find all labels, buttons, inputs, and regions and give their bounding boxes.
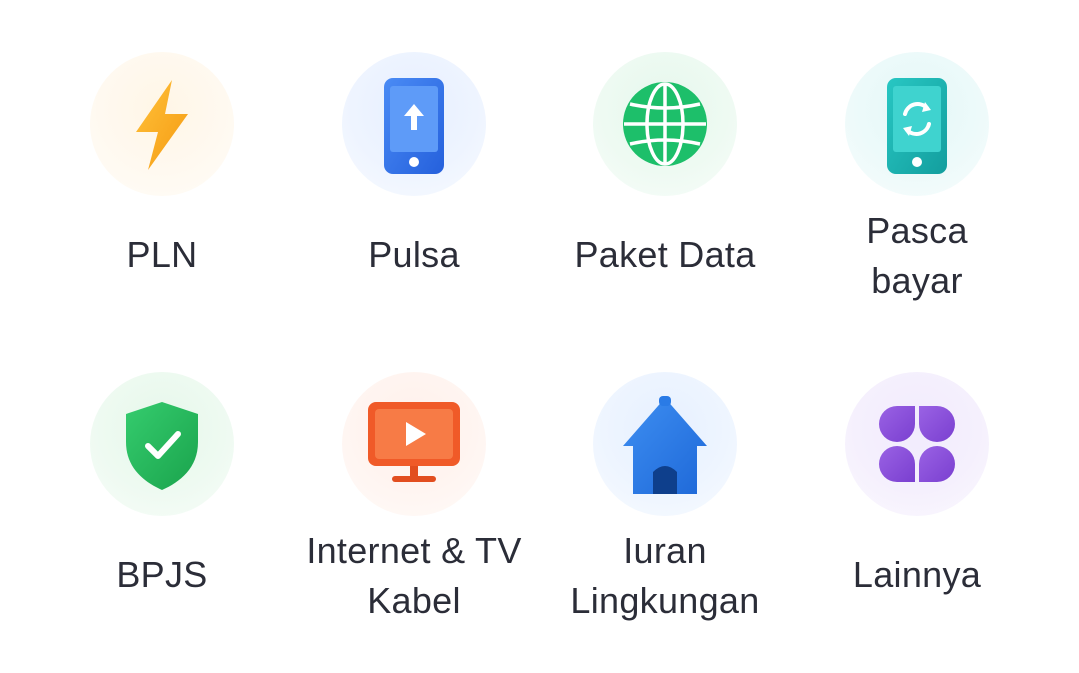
internet-tv-icon-circle bbox=[342, 372, 486, 516]
menu-item-pulsa[interactable]: Pulsa bbox=[294, 52, 534, 352]
menu-item-internet-tv[interactable]: Internet & TV Kabel bbox=[294, 372, 534, 672]
menu-item-label: Iuran Lingkungan bbox=[570, 530, 760, 621]
pulsa-icon-circle bbox=[342, 52, 486, 196]
menu-item-iuran-lingkungan[interactable]: Iuran Lingkungan bbox=[545, 372, 785, 672]
menu-item-label: Pasca bayar bbox=[866, 210, 968, 301]
menu-item-label: Paket Data bbox=[574, 234, 756, 275]
menu-item-label: PLN bbox=[126, 234, 198, 275]
shield-check-icon bbox=[126, 402, 198, 490]
iuran-icon-circle bbox=[593, 372, 737, 516]
lightning-icon bbox=[136, 80, 188, 170]
tv-play-icon bbox=[368, 402, 460, 482]
menu-item-label: Lainnya bbox=[852, 554, 982, 595]
menu-item-label: BPJS bbox=[116, 554, 208, 595]
lainnya-icon-circle bbox=[845, 372, 989, 516]
menu-item-label: Internet & TV Kabel bbox=[306, 530, 522, 621]
menu-item-bpjs[interactable]: BPJS bbox=[42, 372, 282, 672]
pascabayar-icon-circle bbox=[845, 52, 989, 196]
menu-item-pascabayar[interactable]: Pasca bayar bbox=[797, 52, 1037, 352]
globe-icon bbox=[623, 82, 707, 166]
service-menu-grid: PLN Pulsa Paket Data Pasca bayar BPJS In… bbox=[0, 0, 1079, 673]
paket-data-icon-circle bbox=[593, 52, 737, 196]
grid-more-icon bbox=[879, 406, 955, 482]
bpjs-icon-circle bbox=[90, 372, 234, 516]
phone-topup-icon bbox=[384, 78, 444, 174]
phone-sync-icon bbox=[887, 78, 947, 174]
menu-item-pln[interactable]: PLN bbox=[42, 52, 282, 352]
menu-item-label: Pulsa bbox=[368, 234, 460, 275]
menu-item-lainnya[interactable]: Lainnya bbox=[797, 372, 1037, 672]
menu-item-paket-data[interactable]: Paket Data bbox=[545, 52, 785, 352]
pln-icon-circle bbox=[90, 52, 234, 196]
house-icon bbox=[623, 396, 707, 494]
